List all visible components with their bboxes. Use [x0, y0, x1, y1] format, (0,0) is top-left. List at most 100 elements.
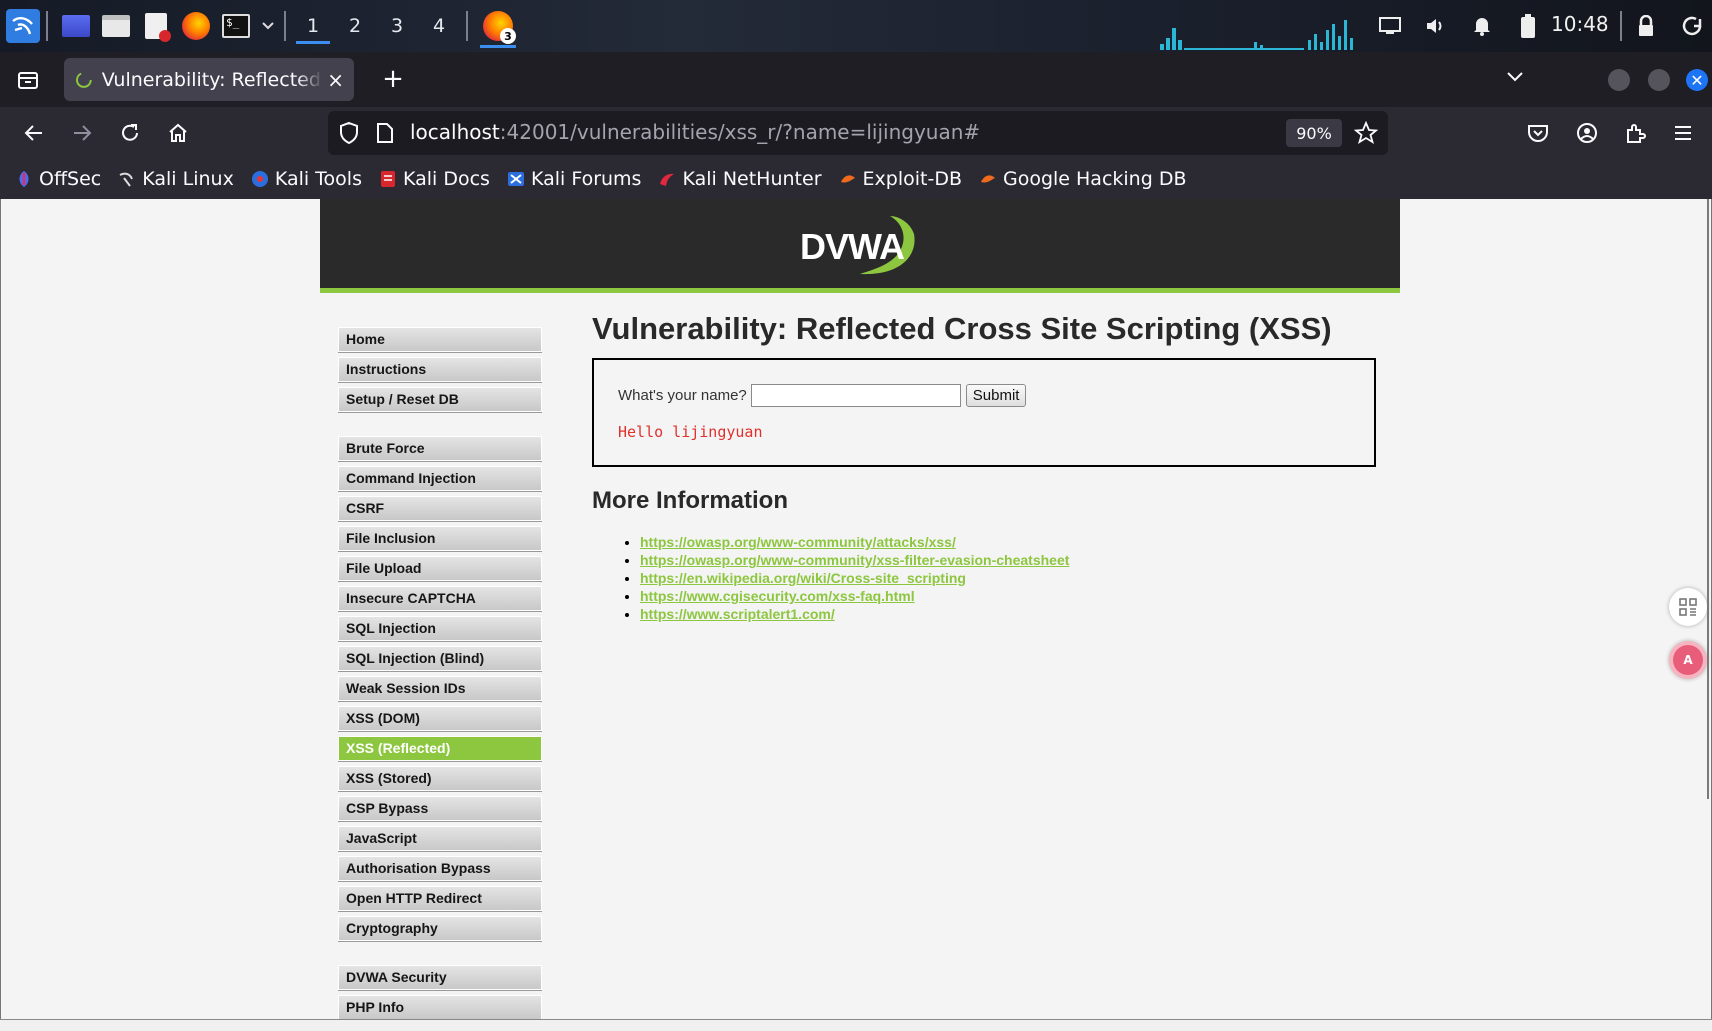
menu-php-info[interactable]: PHP Info: [338, 995, 542, 1019]
name-input[interactable]: [750, 384, 961, 407]
workspace-4[interactable]: 4: [418, 6, 460, 46]
menu-xss-dom[interactable]: XSS (DOM): [338, 706, 542, 731]
menu-command-injection[interactable]: Command Injection: [338, 466, 542, 491]
battery-icon: [1510, 0, 1546, 52]
dvwa-logo[interactable]: DVWA: [790, 204, 930, 284]
page-icon[interactable]: [376, 122, 394, 148]
tab-active[interactable]: Vulnerability: Reflected Cross Site Scri…: [64, 58, 354, 101]
kali-menu-icon[interactable]: [6, 9, 40, 43]
result-text: Hello lijingyuan: [618, 423, 763, 441]
display-icon[interactable]: [1372, 0, 1408, 52]
page-viewport: DVWA Home Instructions Setup / Reset DB …: [0, 199, 1712, 1019]
menu-home[interactable]: Home: [338, 327, 542, 352]
volume-icon[interactable]: [1418, 0, 1454, 52]
menu-instructions[interactable]: Instructions: [338, 357, 542, 382]
vertical-scrollbar[interactable]: [1703, 199, 1711, 799]
bookmark-kali-nethunter[interactable]: Kali NetHunter: [657, 168, 822, 190]
minimize-button[interactable]: [1608, 69, 1630, 91]
dvwa-logo-text: DVWA: [800, 225, 905, 267]
menu-open-http-redirect[interactable]: Open HTTP Redirect: [338, 886, 542, 911]
url-text[interactable]: localhost:42001/vulnerabilities/xss_r/?n…: [410, 120, 980, 144]
bookmark-kali-tools[interactable]: Kali Tools: [250, 168, 362, 190]
reload-icon[interactable]: [112, 115, 148, 151]
shield-icon[interactable]: [338, 121, 360, 149]
bell-icon[interactable]: [1464, 0, 1500, 52]
bookmark-google-hacking-db[interactable]: Google Hacking DB: [978, 168, 1187, 190]
page-title: Vulnerability: Reflected Cross Site Scri…: [592, 311, 1332, 346]
status-strip: [0, 1019, 1712, 1031]
firefox-icon[interactable]: [178, 8, 214, 44]
zoom-indicator[interactable]: 90%: [1286, 119, 1342, 147]
bookmark-label: Exploit-DB: [862, 168, 962, 190]
extensions-icon[interactable]: [1617, 115, 1653, 151]
scrollbar-thumb[interactable]: [1707, 199, 1709, 799]
firefox-taskbar-button[interactable]: 3: [474, 4, 522, 48]
link-cgisecurity-faq[interactable]: https://www.cgisecurity.com/xss-faq.html: [640, 588, 915, 604]
menu-dvwa-security[interactable]: DVWA Security: [338, 965, 542, 990]
menu-insecure-captcha[interactable]: Insecure CAPTCHA: [338, 586, 542, 611]
power-icon[interactable]: [1674, 0, 1710, 52]
pocket-icon[interactable]: [1520, 115, 1556, 151]
terminal-icon[interactable]: $_: [218, 8, 254, 44]
bookmark-kali-linux[interactable]: Kali Linux: [117, 168, 234, 190]
workspace-3[interactable]: 3: [376, 6, 418, 46]
bookmark-label: Kali Tools: [274, 168, 362, 190]
menu-csp-bypass[interactable]: CSP Bypass: [338, 796, 542, 821]
dvwa-menu: Home Instructions Setup / Reset DB Brute…: [338, 327, 542, 1019]
forward-icon[interactable]: [64, 115, 100, 151]
link-owasp-xss[interactable]: https://owasp.org/www-community/attacks/…: [640, 534, 956, 550]
menu-icon[interactable]: [1665, 115, 1701, 151]
bookmark-kali-forums[interactable]: Kali Forums: [506, 168, 642, 190]
workspace-1[interactable]: 1: [292, 6, 334, 46]
bookmark-kali-docs[interactable]: Kali Docs: [378, 168, 490, 190]
menu-authorisation-bypass[interactable]: Authorisation Bypass: [338, 856, 542, 881]
window-count-badge: 3: [500, 28, 516, 44]
file-manager-icon[interactable]: [98, 8, 134, 44]
menu-file-inclusion[interactable]: File Inclusion: [338, 526, 542, 551]
taskbar-separator: [46, 11, 48, 41]
menu-xss-reflected[interactable]: XSS (Reflected): [338, 736, 542, 761]
system-taskbar: $_ 1 2 3 4 3: [0, 0, 1712, 52]
menu-setup-reset-db[interactable]: Setup / Reset DB: [338, 387, 542, 412]
address-bar[interactable]: localhost:42001/vulnerabilities/xss_r/?n…: [328, 111, 1388, 155]
nethunter-icon: [657, 169, 677, 189]
link-owasp-cheatsheet[interactable]: https://owasp.org/www-community/xss-filt…: [640, 552, 1069, 568]
taskbar-separator: [284, 11, 286, 41]
star-icon[interactable]: [1353, 120, 1379, 149]
link-wikipedia-xss[interactable]: https://en.wikipedia.org/wiki/Cross-site…: [640, 570, 966, 586]
list-all-tabs-icon[interactable]: [1506, 68, 1524, 87]
qr-grid-icon[interactable]: [1669, 588, 1707, 626]
bookmark-label: Kali Forums: [530, 168, 642, 190]
text-editor-icon[interactable]: [138, 8, 174, 44]
menu-sql-injection-blind[interactable]: SQL Injection (Blind): [338, 646, 542, 671]
new-tab-button[interactable]: +: [378, 64, 408, 94]
bookmark-offsec[interactable]: OffSec: [14, 168, 101, 190]
menu-brute-force[interactable]: Brute Force: [338, 436, 542, 461]
home-icon[interactable]: [160, 115, 196, 151]
account-icon[interactable]: [1569, 115, 1605, 151]
lock-icon[interactable]: [1628, 0, 1664, 52]
menu-xss-stored[interactable]: XSS (Stored): [338, 766, 542, 791]
chevron-down-icon[interactable]: [258, 8, 278, 44]
desktop-icon[interactable]: [58, 8, 94, 44]
bookmark-exploit-db[interactable]: Exploit-DB: [838, 168, 962, 190]
menu-csrf[interactable]: CSRF: [338, 496, 542, 521]
menu-cryptography[interactable]: Cryptography: [338, 916, 542, 941]
menu-weak-session-ids[interactable]: Weak Session IDs: [338, 676, 542, 701]
menu-sql-injection[interactable]: SQL Injection: [338, 616, 542, 641]
bookmark-label: OffSec: [39, 168, 102, 190]
translate-icon[interactable]: A: [1669, 641, 1707, 679]
menu-file-upload[interactable]: File Upload: [338, 556, 542, 581]
name-label: What's your name?: [618, 387, 747, 404]
link-scriptalert1[interactable]: https://www.scriptalert1.com/: [640, 606, 835, 622]
menu-javascript[interactable]: JavaScript: [338, 826, 542, 851]
close-window-button[interactable]: ✕: [1686, 69, 1708, 91]
maximize-button[interactable]: [1648, 69, 1670, 91]
clock[interactable]: 10:48: [1551, 12, 1609, 36]
tab-overview-icon[interactable]: [14, 66, 42, 94]
navigation-toolbar: localhost:42001/vulnerabilities/xss_r/?n…: [0, 107, 1712, 159]
close-icon[interactable]: ×: [327, 68, 344, 92]
workspace-2[interactable]: 2: [334, 6, 376, 46]
back-icon[interactable]: [16, 115, 52, 151]
submit-button[interactable]: Submit: [965, 384, 1027, 407]
